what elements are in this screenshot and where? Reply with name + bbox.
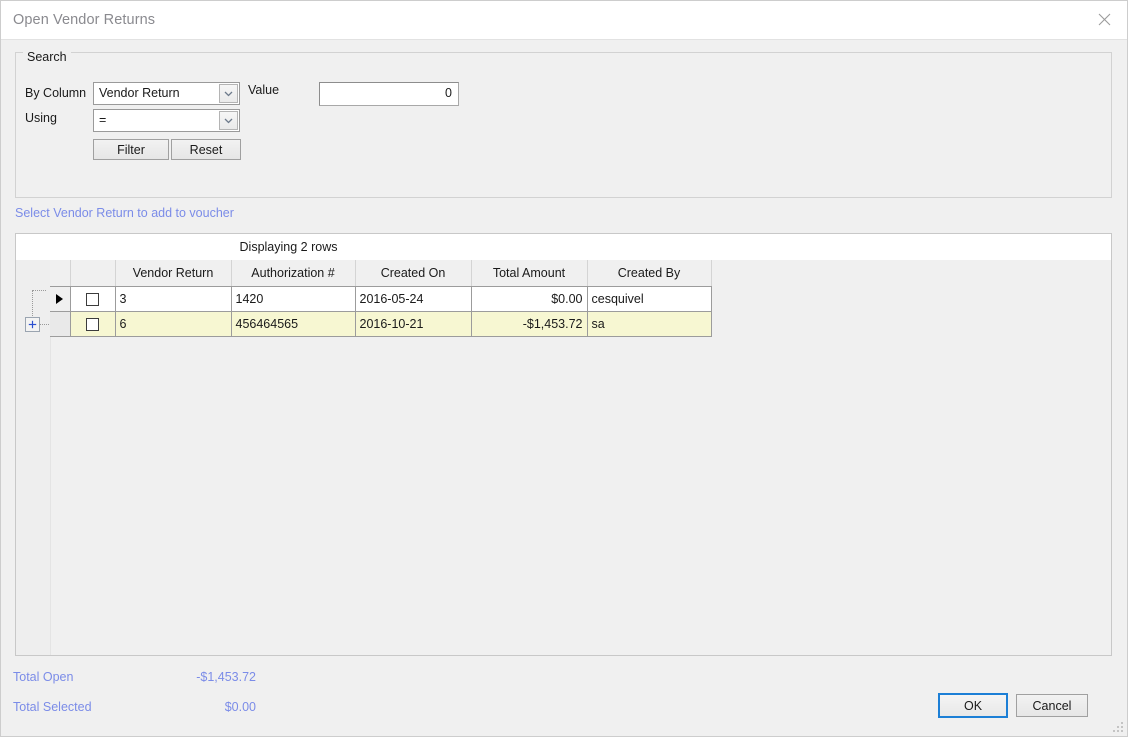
value-label: Value	[248, 83, 280, 97]
cell-total-amount: -$1,453.72	[471, 311, 588, 337]
column-header-created-on[interactable]: Created On	[355, 260, 472, 287]
total-selected-label: Total Selected	[13, 700, 92, 714]
cell-total-amount: $0.00	[471, 286, 588, 312]
cell-authorization: 456464565	[231, 311, 356, 337]
column-header-total-amount[interactable]: Total Amount	[471, 260, 588, 287]
vendor-returns-table: Vendor Return Authorization # Created On…	[50, 260, 712, 337]
using-select-value: =	[99, 113, 107, 127]
vendor-returns-grid-panel: Displaying 2 rows Vendor Return Authoriz…	[15, 233, 1112, 656]
window-title: Open Vendor Returns	[13, 12, 156, 28]
current-row-arrow-icon	[50, 286, 71, 312]
by-column-select-value: Vendor Return	[99, 86, 180, 100]
by-column-select[interactable]: Vendor Return	[93, 82, 240, 105]
title-bar: Open Vendor Returns	[1, 1, 1127, 40]
grid-caption: Displaying 2 rows	[16, 234, 1111, 260]
row-checkbox[interactable]	[70, 311, 116, 337]
row-checkbox[interactable]	[70, 286, 116, 312]
dialog-window: Open Vendor Returns Search By Column Usi…	[0, 0, 1128, 737]
total-open-value: -$1,453.72	[196, 670, 256, 684]
column-header-select	[70, 260, 116, 287]
row-indicator-empty	[50, 311, 71, 337]
cell-created-by: cesquivel	[587, 286, 712, 312]
column-header-indicator	[50, 260, 71, 287]
cell-created-on: 2016-05-24	[355, 286, 472, 312]
using-label: Using	[25, 111, 57, 125]
using-select[interactable]: =	[93, 109, 240, 132]
column-header-authorization[interactable]: Authorization #	[231, 260, 356, 287]
chevron-down-icon[interactable]	[219, 84, 238, 103]
search-panel-legend: Search	[23, 50, 71, 64]
close-icon[interactable]	[1082, 1, 1127, 38]
plus-expander-icon[interactable]	[25, 317, 40, 332]
cell-created-on: 2016-10-21	[355, 311, 472, 337]
cancel-button[interactable]: Cancel	[1016, 694, 1088, 717]
filter-button[interactable]: Filter	[93, 139, 169, 160]
chevron-down-icon[interactable]	[219, 111, 238, 130]
table-row[interactable]: 6 456464565 2016-10-21 -$1,453.72 sa	[50, 311, 712, 337]
ok-button[interactable]: OK	[938, 693, 1008, 718]
column-header-created-by[interactable]: Created By	[587, 260, 712, 287]
table-header-row: Vendor Return Authorization # Created On…	[50, 260, 712, 287]
cell-vendor-return: 6	[115, 311, 232, 337]
table-row[interactable]: 3 1420 2016-05-24 $0.00 cesquivel	[50, 286, 712, 312]
tree-line-stub-lower	[40, 324, 49, 326]
select-vendor-return-hint: Select Vendor Return to add to voucher	[15, 206, 234, 220]
grid-tree-gutter	[16, 260, 51, 655]
cell-created-by: sa	[587, 311, 712, 337]
total-open-label: Total Open	[13, 670, 74, 684]
total-selected-value: $0.00	[224, 700, 256, 714]
resize-grip-icon[interactable]	[1111, 720, 1125, 734]
grid-caption-text: Displaying 2 rows	[239, 240, 338, 254]
search-value-input[interactable]: 0	[319, 82, 459, 106]
cell-authorization: 1420	[231, 286, 356, 312]
search-value-text: 0	[445, 86, 452, 100]
cell-vendor-return: 3	[115, 286, 232, 312]
tree-line-stub	[32, 290, 46, 292]
column-header-vendor-return[interactable]: Vendor Return	[115, 260, 232, 287]
reset-button[interactable]: Reset	[171, 139, 241, 160]
by-column-label: By Column	[25, 86, 87, 100]
